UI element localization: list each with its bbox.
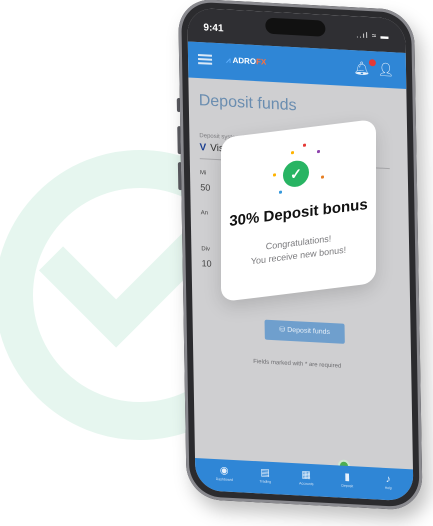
trading-icon: ▤ (260, 467, 271, 479)
confetti-piece (279, 190, 282, 194)
modal-body: ✓ 30% Deposit bonus Congratulations! You… (221, 119, 376, 302)
help-icon: ♪ (385, 473, 391, 486)
modal-message: Congratulations! You receive new bonus! (221, 227, 376, 272)
deposit-funds-button[interactable]: ⛁ Deposit funds (264, 319, 345, 344)
tab-dashboard[interactable]: ◉ Dashboard (207, 465, 241, 483)
deposit-icon: ⛁ (279, 326, 286, 334)
logo-icon: ⩘ (225, 55, 231, 65)
partial-label-2: An (200, 210, 209, 217)
status-time: 9:41 (203, 22, 224, 35)
camera-notch (265, 17, 326, 37)
accounts-icon: ▦ (301, 469, 312, 482)
success-check-icon: ✓ (283, 159, 309, 189)
partial-label-1: Mi (199, 170, 207, 177)
confetti-piece (273, 173, 276, 177)
tab-trading[interactable]: ▤ Trading (248, 467, 282, 485)
confetti-piece (291, 151, 294, 155)
partial-label-3: Div (201, 246, 211, 253)
tab-deposit[interactable]: ▮ Deposit (330, 471, 364, 489)
confetti-piece (317, 149, 320, 154)
dashboard-icon: ◉ (219, 465, 229, 477)
logo-text: ADRO (232, 55, 257, 67)
app-logo[interactable]: ⩘ ADROFX (226, 56, 266, 68)
menu-icon[interactable] (197, 54, 213, 65)
tab-help[interactable]: ♪ Help (371, 473, 405, 491)
notification-icon[interactable]: 🔔︎ (353, 60, 370, 77)
notification-badge (368, 59, 376, 67)
modal-title: 30% Deposit bonus (229, 195, 368, 230)
page-title: Deposit funds (198, 92, 297, 115)
confetti-piece (303, 143, 306, 147)
tab-accounts[interactable]: ▦ Accounts (289, 469, 323, 487)
required-note: Fields marked with * are required (253, 359, 342, 370)
visa-icon: V (199, 142, 207, 154)
deposit-button-label: Deposit funds (287, 326, 331, 337)
partial-value-1: 50 (200, 182, 211, 193)
status-signal: ..ıl ≈ ▬ (356, 30, 390, 42)
logo-suffix: FX (256, 57, 267, 67)
bonus-modal[interactable]: ✓ 30% Deposit bonus Congratulations! You… (221, 118, 376, 303)
partial-value-3: 10 (201, 258, 212, 269)
confetti-piece (321, 175, 324, 179)
deposit-tab-icon: ▮ (344, 471, 351, 484)
user-icon[interactable]: 👤︎ (377, 61, 394, 78)
